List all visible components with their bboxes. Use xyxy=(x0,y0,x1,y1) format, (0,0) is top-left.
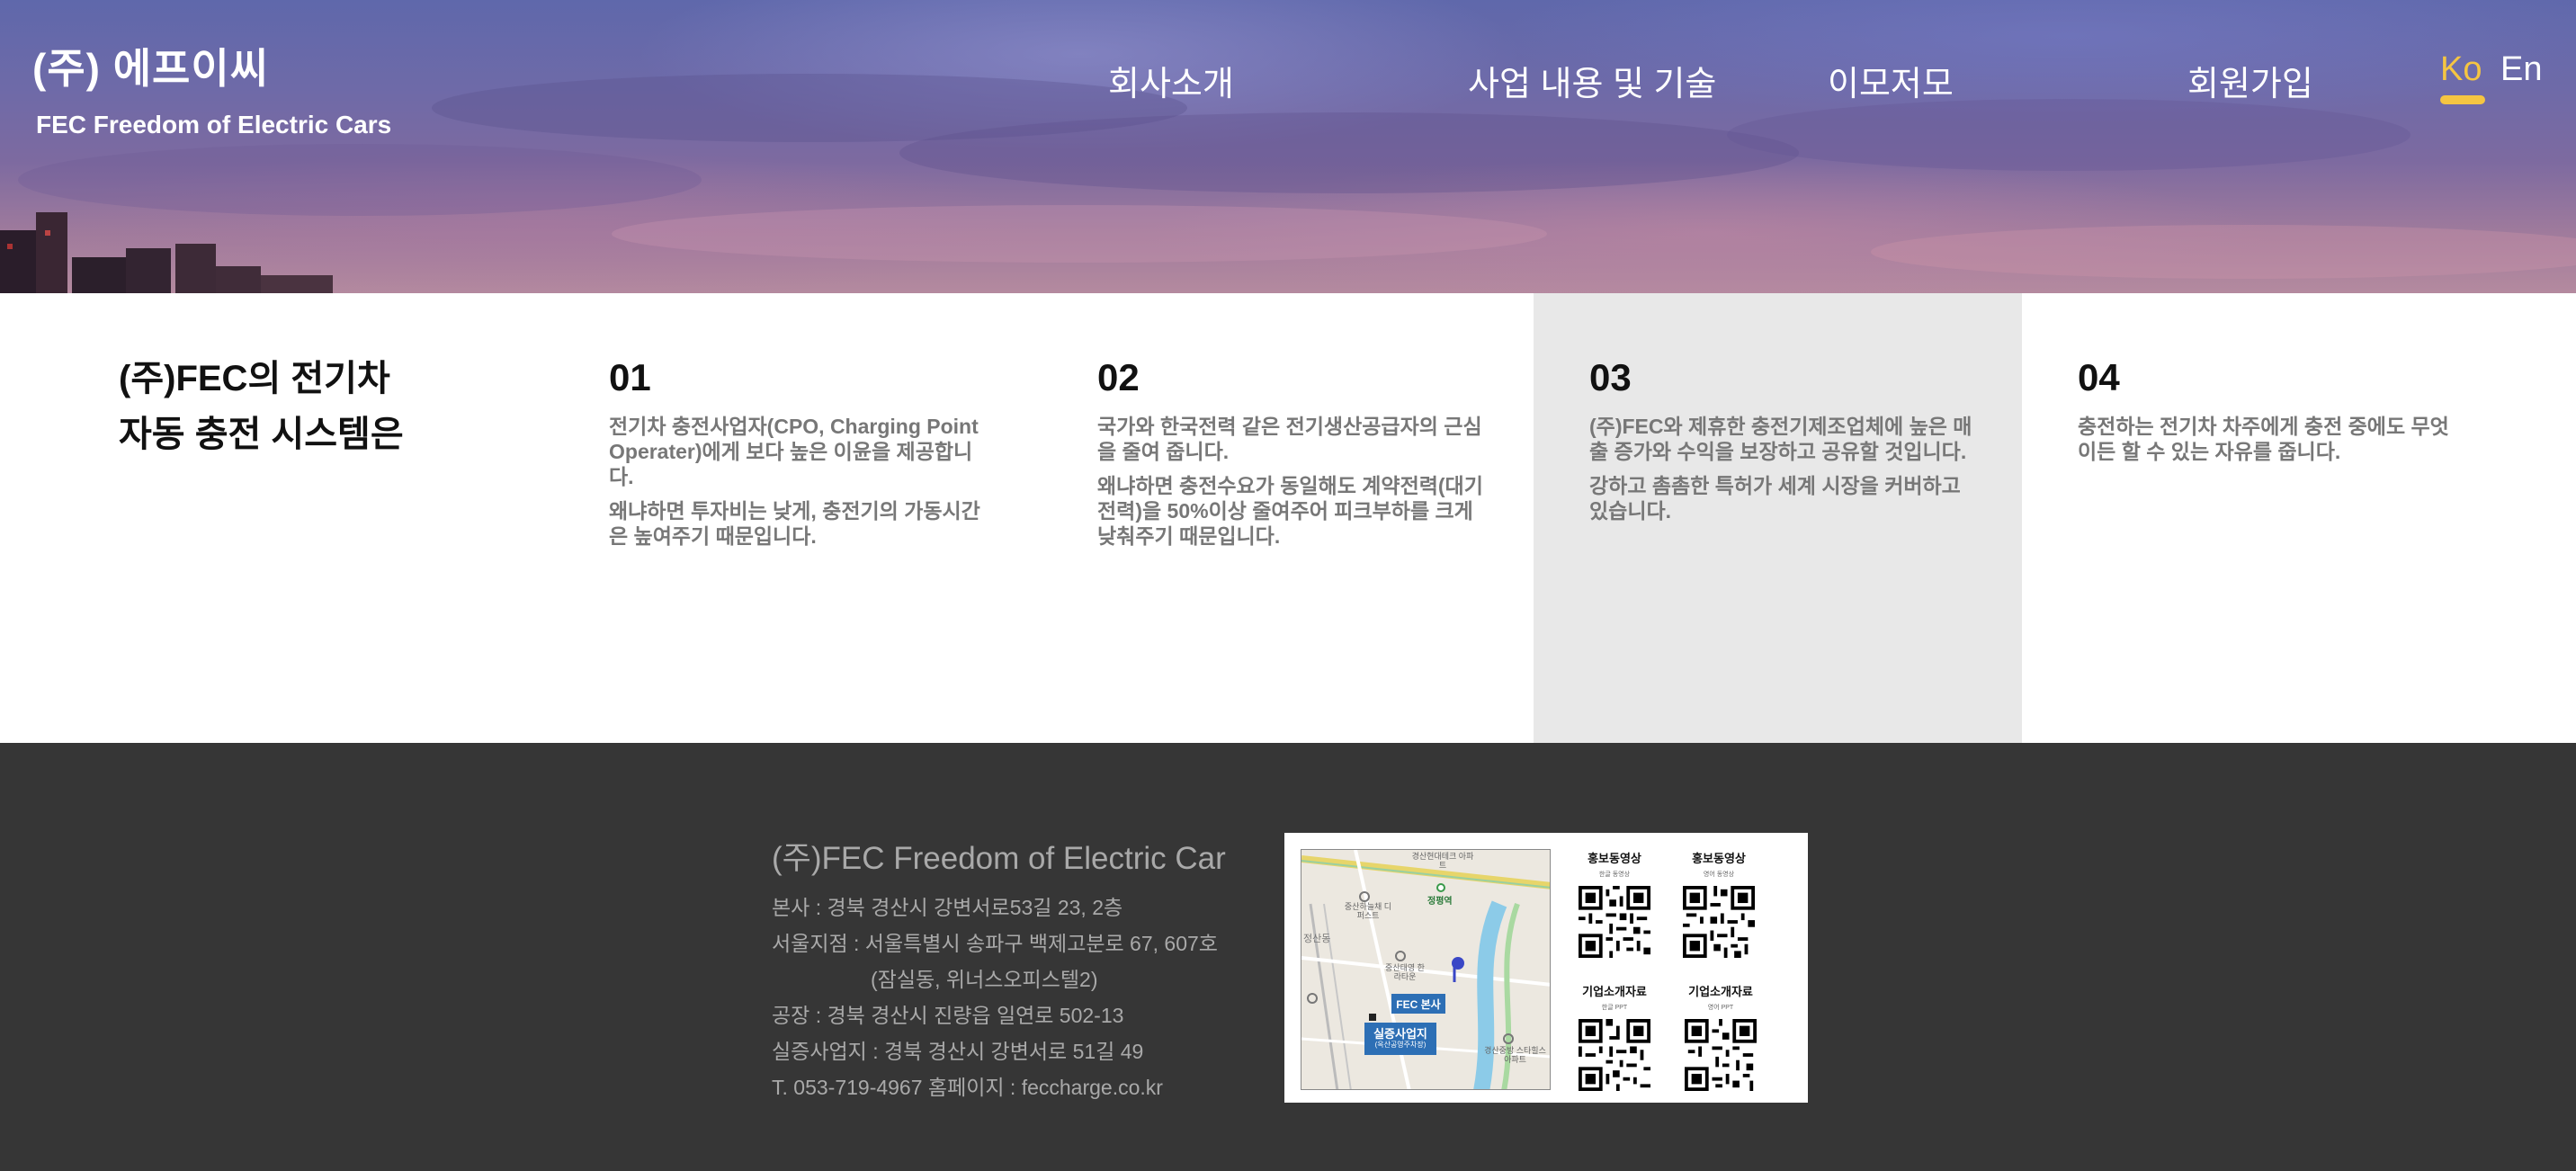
map-label: 중산하늘채 디퍼스트 xyxy=(1344,902,1392,920)
qr-company-deck-en[interactable]: 기업소개자료 영어 PPT xyxy=(1671,982,1770,1091)
nav-company-intro[interactable]: 회사소개 xyxy=(1108,56,1234,105)
map-pin-hq-label: FEC 본사 xyxy=(1396,998,1441,1011)
feature-card: 02 국가와 한국전력 같은 전기생산공급자의 근심을 줄여 줍니다. 왜냐하면… xyxy=(977,293,1483,743)
feature-paragraph: (주)FEC와 제휴한 충전기제조업체에 높은 매출 증가와 수익을 보장하고 … xyxy=(1589,415,1972,463)
qr-code-icon xyxy=(1579,1019,1650,1091)
feature-number: 04 xyxy=(2078,356,2120,398)
address-factory: 공장 : 경북 경산시 진량읍 일연로 502-13 xyxy=(772,1004,1124,1027)
address-seoul-detail: (잠실동, 위너스오피스텔2) xyxy=(871,968,1098,991)
feature-number: 01 xyxy=(609,356,651,398)
city-skyline xyxy=(0,212,333,293)
nav-business-tech[interactable]: 사업 내용 및 기술 xyxy=(1468,56,1716,105)
qr-label: 홍보동영상 xyxy=(1588,852,1641,865)
address-seoul: 서울지점 : 서울특별시 송파구 백제고분로 67, 607호 xyxy=(772,932,1218,955)
feature-paragraph: 충전하는 전기차 차주에게 충전 중에도 무엇이든 할 수 있는 자유를 줍니다… xyxy=(2078,415,2449,463)
feature-text: 국가와 한국전력 같은 전기생산공급자의 근심을 줄여 줍니다. 왜냐하면 충전… xyxy=(1097,414,1484,549)
qr-sublabel: 영어 동영상 xyxy=(1703,872,1735,878)
qr-sublabel: 한글 동영상 xyxy=(1598,872,1631,878)
qr-sublabel: 영어 PPT xyxy=(1707,1005,1734,1011)
feature-text: 전기차 충전사업자(CPO, Charging Point Operater)에… xyxy=(609,414,996,549)
feature-card-highlighted: 03 (주)FEC와 제휴한 충전기제조업체에 높은 매출 증가와 수익을 보장… xyxy=(1534,293,2022,743)
address-hq: 본사 : 경북 경산시 강변서로53길 23, 2층 xyxy=(772,896,1123,919)
qr-code-icon xyxy=(1685,1019,1757,1091)
qr-label: 기업소개자료 xyxy=(1688,985,1753,998)
brand-subtitle: FEC Freedom of Electric Cars xyxy=(36,111,392,139)
hero-header: (주) 에프이씨 FEC Freedom of Electric Cars 회사… xyxy=(0,0,2576,293)
qr-code-icon xyxy=(1683,886,1755,958)
map-qr-card: 경산현대테크 아파트 정평역 중산하늘채 디퍼스트 중산태영 한라타운 정산동 … xyxy=(1284,833,1808,1103)
nav-signup[interactable]: 회원가입 xyxy=(2187,56,2313,105)
qr-sublabel: 한글 PPT xyxy=(1601,1005,1628,1011)
qr-label: 홍보동영상 xyxy=(1692,852,1746,865)
map-label: 정산동 xyxy=(1303,934,1331,944)
address-demo-site: 실증사업지 : 경북 경산시 강변서로 51길 49 xyxy=(772,1040,1144,1063)
qr-code-icon xyxy=(1579,886,1650,958)
lang-en-toggle[interactable]: En xyxy=(2500,50,2542,89)
qr-promo-video-ko[interactable]: 홍보동영상 한글 동영상 xyxy=(1565,849,1664,958)
map-label: 중산태영 한라타운 xyxy=(1385,963,1425,981)
map-label: 정평역 xyxy=(1427,897,1453,907)
qr-promo-video-en[interactable]: 홍보동영상 영어 동영상 xyxy=(1669,849,1768,958)
feature-number: 02 xyxy=(1097,356,1140,398)
features-title-line1: (주)FEC의 전기차 xyxy=(119,359,390,398)
map-pin-demo-sublabel: (옥산공영주차장) xyxy=(1374,1041,1427,1049)
footer-company-name: (주)FEC Freedom of Electric Car xyxy=(772,841,1226,876)
contact-info: T. 053-719-4967 홈페이지 : feccharge.co.kr xyxy=(772,1076,1163,1099)
qr-label: 기업소개자료 xyxy=(1582,985,1647,998)
features-section: (주)FEC의 전기차 자동 충전 시스템은 01 전기차 충전사업자(CPO,… xyxy=(0,293,2576,743)
qr-company-deck-ko[interactable]: 기업소개자료 한글 PPT xyxy=(1565,982,1664,1091)
feature-paragraph: 강하고 촘촘한 특허가 세계 시장을 커버하고 있습니다. xyxy=(1589,474,1961,523)
lang-ko-toggle[interactable]: Ko xyxy=(2440,50,2482,89)
sky-clouds xyxy=(18,74,2576,279)
feature-card: 04 충전하는 전기차 차주에게 충전 중에도 무엇이든 할 수 있는 자유를 … xyxy=(2022,293,2510,743)
active-lang-indicator xyxy=(2440,95,2485,104)
location-map[interactable]: 경산현대테크 아파트 정평역 중산하늘채 디퍼스트 중산태영 한라타운 정산동 … xyxy=(1301,849,1551,1090)
feature-card: 01 전기차 충전사업자(CPO, Charging Point Operate… xyxy=(488,293,980,743)
map-label: 경산현대테크 아파트 xyxy=(1411,852,1474,870)
feature-paragraph: 국가와 한국전력 같은 전기생산공급자의 근심을 줄여 줍니다. xyxy=(1097,415,1482,463)
features-title: (주)FEC의 전기차 자동 충전 시스템은 xyxy=(119,351,404,462)
feature-paragraph: 전기차 충전사업자(CPO, Charging Point Operater)에… xyxy=(609,415,979,488)
footer: (주)FEC Freedom of Electric Car 본사 : 경북 경… xyxy=(0,743,2576,1171)
feature-number: 03 xyxy=(1589,356,1632,398)
feature-paragraph: 왜냐하면 충전수요가 동일해도 계약전력(대기전력)을 50%이상 줄여주어 피… xyxy=(1097,474,1483,548)
feature-text: (주)FEC와 제휴한 충전기제조업체에 높은 매출 증가와 수익을 보장하고 … xyxy=(1589,414,1976,523)
nav-news[interactable]: 이모저모 xyxy=(1828,56,1954,105)
brand-title[interactable]: (주) 에프이씨 xyxy=(32,36,269,95)
feature-text: 충전하는 전기차 차주에게 충전 중에도 무엇이든 할 수 있는 자유를 줍니다… xyxy=(2078,414,2464,464)
feature-paragraph: 왜냐하면 투자비는 낮게, 충전기의 가동시간은 높여주기 때문입니다. xyxy=(609,499,980,548)
map-label: 경산중방 스타힐스아파트 xyxy=(1484,1046,1546,1064)
features-title-line2: 자동 충전 시스템은 xyxy=(119,415,404,454)
